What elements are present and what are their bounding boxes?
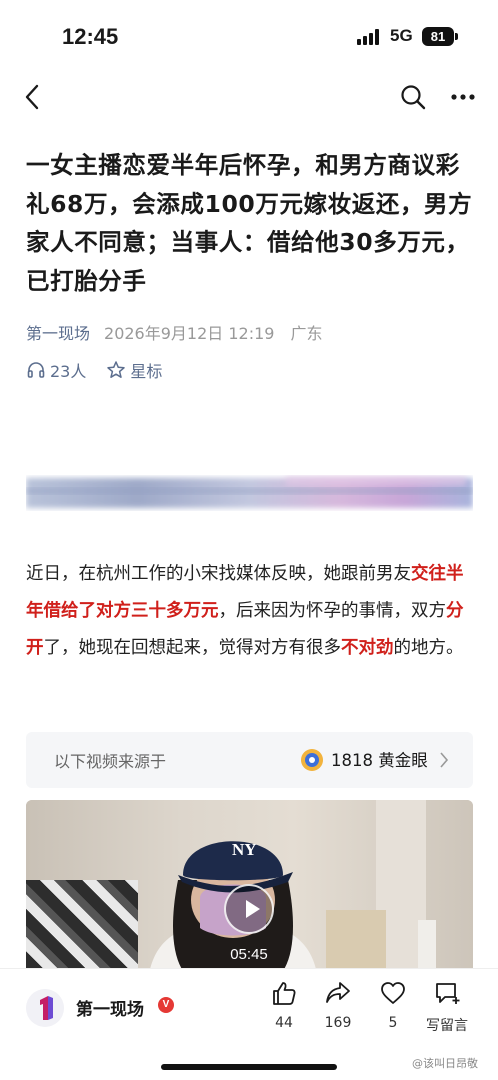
listen-row: 23人 星标 xyxy=(26,358,162,382)
back-icon[interactable] xyxy=(18,82,48,112)
network-label: 5G xyxy=(390,26,413,45)
heart-icon xyxy=(381,982,405,1004)
video-pole xyxy=(418,920,436,968)
headphone-icon xyxy=(27,362,45,378)
body-text-segment: 近日，在杭州工作的小宋找媒体反映，她跟前男友 xyxy=(26,564,411,584)
status-bar: 12:45 5G 81 xyxy=(0,0,498,70)
comment-icon xyxy=(436,983,460,1004)
star-button[interactable]: 星标 xyxy=(106,358,162,382)
article-source-link[interactable]: 第一现场 xyxy=(26,324,90,343)
article-title: 一女主播恋爱半年后怀孕，和男方商议彩礼68万，会添成100万元嫁妆返还，男方家人… xyxy=(26,151,473,295)
signal-icon xyxy=(357,29,383,45)
body-text-segment: 了，她现在回想起来，觉得对方有很多 xyxy=(43,638,342,658)
home-indicator[interactable] xyxy=(161,1064,337,1070)
battery-tip xyxy=(455,33,458,40)
verified-badge: V xyxy=(158,997,174,1013)
body-text-segment: 的地方。 xyxy=(393,638,464,658)
video-source-name[interactable]: 1818 黄金眼 xyxy=(331,747,428,771)
video-bag xyxy=(26,880,138,968)
thumbs-up-icon xyxy=(273,982,296,1005)
play-icon xyxy=(246,900,260,918)
top-nav xyxy=(0,74,498,120)
write-comment-button[interactable]: 写留言 xyxy=(417,979,477,1035)
body-text-segment: ，后来因为怀孕的事情，双方 xyxy=(218,601,447,621)
like-count: 44 xyxy=(275,1015,293,1031)
video-shelf xyxy=(326,910,386,968)
share-icon xyxy=(326,982,350,1003)
account-avatar[interactable] xyxy=(26,989,64,1027)
status-time: 12:45 xyxy=(62,24,119,49)
more-icon[interactable] xyxy=(448,82,478,112)
blurred-banner-image xyxy=(26,476,473,508)
favorite-count: 5 xyxy=(388,1015,398,1031)
write-comment-label: 写留言 xyxy=(426,1018,468,1034)
share-count: 169 xyxy=(324,1015,352,1031)
star-icon xyxy=(107,361,126,378)
like-button[interactable]: 44 xyxy=(254,979,314,1031)
star-label: 星标 xyxy=(130,362,163,381)
share-button[interactable]: 169 xyxy=(308,979,368,1031)
play-button[interactable] xyxy=(224,884,274,934)
video-source-card[interactable]: 以下视频来源于 1818 黄金眼 xyxy=(26,732,473,788)
watermark-text: @该叫日昂敬 xyxy=(412,1057,478,1070)
favorite-button[interactable]: 5 xyxy=(363,979,423,1031)
video-source-label: 以下视频来源于 xyxy=(54,752,167,771)
listener-count[interactable]: 23人 xyxy=(50,358,86,382)
account-name[interactable]: 第一现场 xyxy=(76,995,144,1020)
article-date: 2026年9月12日 12:19 xyxy=(104,324,275,343)
video-duration: 05:45 xyxy=(230,946,268,963)
cap-logo: NY xyxy=(232,840,257,859)
article-meta: 第一现场 2026年9月12日 12:19 广东 xyxy=(26,320,323,344)
article-location: 广东 xyxy=(290,324,323,343)
search-icon[interactable] xyxy=(398,82,428,112)
channel-logo-icon xyxy=(301,749,323,771)
highlighted-text: 不对劲 xyxy=(341,638,394,658)
video-player[interactable]: NY 05:45 xyxy=(26,800,473,968)
chevron-right-icon xyxy=(440,752,449,768)
bottom-action-bar: 第一现场 V 44 169 5 写留言 @该叫日昂敬 xyxy=(0,968,498,1080)
battery-indicator: 81 xyxy=(422,27,454,46)
article-body: 近日，在杭州工作的小宋找媒体反映，她跟前男友交往半年借给了对方三十多万元，后来因… xyxy=(26,556,476,667)
